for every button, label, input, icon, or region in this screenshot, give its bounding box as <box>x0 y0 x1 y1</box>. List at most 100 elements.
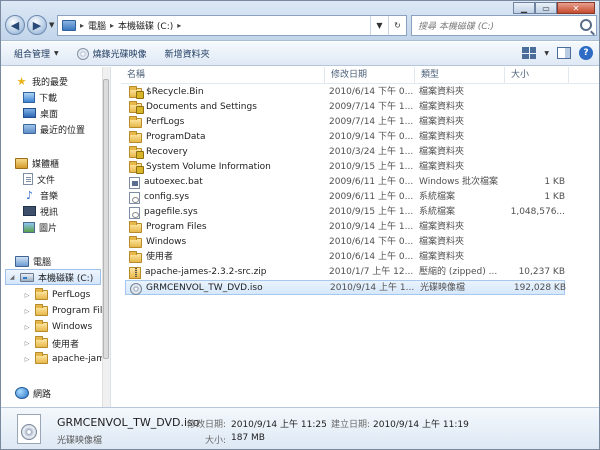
file-size-cell: 10,237 KB <box>518 267 565 277</box>
nav-scrollbar[interactable] <box>102 67 110 407</box>
file-row[interactable]: System Volume Information 2010/9/15 上午 1.… <box>125 160 565 175</box>
preview-pane-icon[interactable] <box>557 47 571 59</box>
file-type-cell: 檔案資料夾 <box>419 102 465 112</box>
file-row[interactable]: GRMCENVOL_TW_DVD.iso 2010/9/14 上午 1... 光碟映… <box>125 280 566 295</box>
file-name-cell: Program Files <box>129 220 325 235</box>
breadcrumb-local-disk[interactable]: 本機磁碟 (C:) <box>118 19 173 32</box>
file-date-cell: 2010/1/7 上午 12... <box>329 267 414 277</box>
file-size-cell: 1,048,576... <box>510 207 565 217</box>
nav-computer[interactable]: 電腦 <box>15 253 51 269</box>
nav-subfolder-label: Windows <box>52 322 93 332</box>
search-icon[interactable] <box>580 19 592 31</box>
nav-documents[interactable]: 文件 <box>23 171 55 187</box>
recent-pages-dropdown[interactable]: ▼ <box>49 21 54 29</box>
search-input[interactable]: 搜尋 本機磁碟 (C:) <box>411 15 597 36</box>
breadcrumb-computer[interactable]: 電腦 <box>88 19 106 32</box>
refresh-icon[interactable]: ↻ <box>388 16 406 35</box>
downloads-icon <box>23 91 35 103</box>
file-name-cell: System Volume Information <box>129 160 325 175</box>
breadcrumb-separator-icon[interactable]: ▸ <box>80 21 84 30</box>
address-bar[interactable]: ▸ 電腦 ▸ 本機磁碟 (C:) ▸ ▼ ↻ <box>57 15 407 36</box>
file-row[interactable]: ProgramData 2010/9/14 下午 0... 檔案資料夾 <box>125 130 565 145</box>
column-header-name[interactable]: 名稱 <box>121 67 325 84</box>
nav-subfolder[interactable]: ▷ Program Files <box>23 303 110 319</box>
navigation-pane: ★ 我的最愛 下載 桌面 最近的位置 媒體櫃 文件 ♪ 音樂 視訊 圖片 電腦 … <box>1 67 111 407</box>
nav-subfolder[interactable]: ▷ PerfLogs <box>23 287 90 303</box>
nav-recent-places[interactable]: 最近的位置 <box>23 121 85 137</box>
minimize-button[interactable]: ▁ <box>513 2 535 14</box>
new-folder-label: 新增資料夾 <box>164 50 210 60</box>
view-options-chevron-down-icon[interactable]: ▼ <box>544 50 549 57</box>
nav-pictures-label: 圖片 <box>39 223 58 234</box>
file-size-cell <box>509 235 565 250</box>
details-created-value: 2010/9/14 上午 11:19 <box>373 420 469 430</box>
nav-pictures[interactable]: 圖片 <box>23 219 57 235</box>
nav-subfolder[interactable]: ▷ 使用者 <box>23 335 79 351</box>
collapse-icon[interactable]: ◢ <box>8 274 16 281</box>
nav-subfolder[interactable]: ▷ apache-james <box>23 351 110 367</box>
file-row[interactable]: Windows 2010/6/14 下午 0... 檔案資料夾 <box>125 235 565 250</box>
disc-image-icon <box>13 414 45 446</box>
address-history-dropdown[interactable]: ▼ <box>370 16 388 35</box>
maximize-button[interactable]: ▭ <box>535 2 557 14</box>
file-row[interactable]: 使用者 2010/6/14 上午 0... 檔案資料夾 <box>125 250 565 265</box>
file-row[interactable]: Program Files 2010/9/14 上午 1... 檔案資料夾 <box>125 220 565 235</box>
file-row[interactable]: apache-james-2.3.2-src.zip 2010/1/7 上午 12… <box>125 265 565 280</box>
folder-icon <box>35 352 48 364</box>
nav-favorites[interactable]: ★ 我的最愛 <box>15 73 68 89</box>
file-date-cell: 2009/6/11 上午 0... <box>329 177 414 187</box>
file-row[interactable]: Documents and Settings 2009/7/14 下午 1... 檔… <box>125 100 565 115</box>
file-row[interactable]: PerfLogs 2009/7/14 上午 1... 檔案資料夾 <box>125 115 565 130</box>
breadcrumb-separator-icon[interactable]: ▸ <box>110 21 114 30</box>
nav-libraries[interactable]: 媒體櫃 <box>15 155 59 171</box>
batch-file-icon <box>129 176 140 189</box>
videos-icon <box>23 206 36 216</box>
nav-music[interactable]: ♪ 音樂 <box>23 187 58 203</box>
column-header-type[interactable]: 類型 <box>415 67 505 84</box>
file-size-cell: 1 KB <box>544 177 565 187</box>
star-icon: ★ <box>16 74 27 88</box>
organize-button[interactable]: 組合管理 ▼ <box>7 44 66 63</box>
file-row[interactable]: pagefile.sys 2010/9/15 上午 1... 系統檔案 1,048,5… <box>125 205 565 220</box>
file-size-cell <box>509 145 565 160</box>
folder-icon <box>129 220 142 233</box>
expand-icon[interactable]: ▷ <box>23 356 31 363</box>
burn-disc-image-button[interactable]: 燒錄光碟映像 <box>70 44 154 63</box>
file-name: $Recycle.Bin <box>146 87 204 97</box>
column-header-size[interactable]: 大小 <box>505 67 569 84</box>
nav-local-disk[interactable]: ◢ 本機磁碟 (C:) <box>5 269 101 285</box>
file-row[interactable]: Recovery 2010/3/24 上午 1... 檔案資料夾 <box>125 145 565 160</box>
file-row[interactable]: config.sys 2009/6/11 上午 0... 系統檔案 1 KB <box>125 190 565 205</box>
new-folder-button[interactable]: 新增資料夾 <box>158 44 217 63</box>
expand-icon[interactable]: ▷ <box>23 292 31 299</box>
file-name: autoexec.bat <box>144 177 203 187</box>
expand-icon[interactable]: ▷ <box>23 308 31 315</box>
nav-videos[interactable]: 視訊 <box>23 203 58 219</box>
music-icon: ♪ <box>25 188 34 202</box>
nav-subfolder[interactable]: ▷ Windows <box>23 319 92 335</box>
back-button[interactable]: ◀ <box>5 15 25 35</box>
breadcrumb-separator-icon[interactable]: ▸ <box>177 21 181 30</box>
zip-file-icon <box>129 266 141 279</box>
nav-videos-label: 視訊 <box>40 207 59 218</box>
nav-desktop[interactable]: 桌面 <box>23 105 58 121</box>
nav-downloads[interactable]: 下載 <box>23 89 57 105</box>
help-icon[interactable]: ? <box>579 46 593 60</box>
file-name-cell: Windows <box>129 235 325 250</box>
column-header-date[interactable]: 修改日期 <box>325 67 415 84</box>
expand-icon[interactable]: ▷ <box>23 340 31 347</box>
file-date-cell: 2010/6/14 下午 0... <box>329 87 414 97</box>
file-name-cell: PerfLogs <box>129 115 325 130</box>
nav-local-disk-label: 本機磁碟 (C:) <box>38 273 94 284</box>
folder-icon <box>35 304 48 316</box>
forward-button[interactable]: ▶ <box>27 15 47 35</box>
close-button[interactable]: ✕ <box>557 2 595 14</box>
change-view-icon[interactable] <box>522 47 537 59</box>
file-name-cell: 使用者 <box>129 250 325 265</box>
file-row[interactable]: autoexec.bat 2009/6/11 上午 0... Windows 批次檔… <box>125 175 565 190</box>
file-row[interactable]: $Recycle.Bin 2010/6/14 下午 0... 檔案資料夾 <box>125 85 565 100</box>
pictures-icon <box>23 221 35 233</box>
nav-scrollbar-thumb[interactable] <box>103 79 109 359</box>
expand-icon[interactable]: ▷ <box>23 324 31 331</box>
nav-network[interactable]: 網路 <box>15 385 51 401</box>
